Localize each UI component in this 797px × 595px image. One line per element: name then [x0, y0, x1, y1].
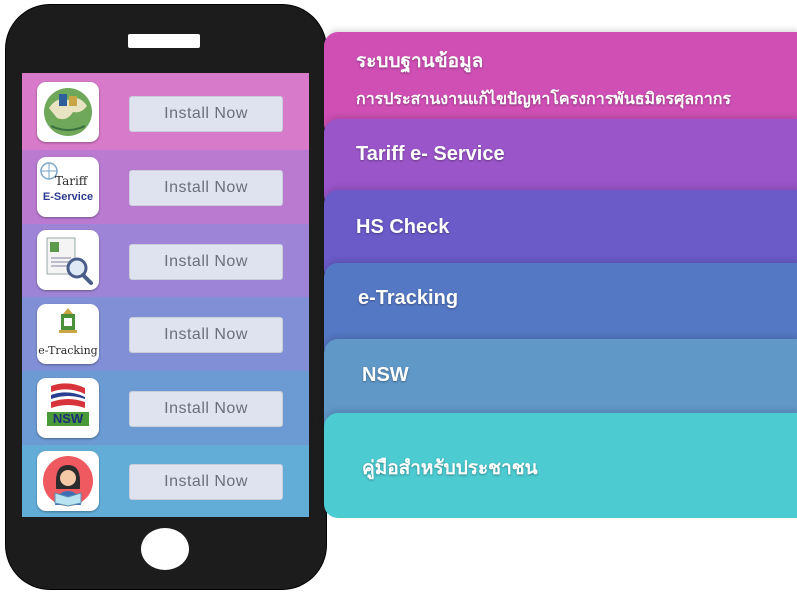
phone-mockup: Install Now Tariff E-Service Install Now [6, 5, 326, 589]
phone-screen: Install Now Tariff E-Service Install Now [22, 73, 309, 517]
eservice-icon-label: E-Service [42, 191, 94, 203]
menu-title: NSW [362, 364, 409, 386]
nsw-icon-label: NSW [52, 411, 84, 426]
install-button[interactable]: Install Now [129, 391, 283, 427]
app-row-nsw: NSW Install Now [22, 371, 309, 445]
app-row-customs-database: Install Now [22, 73, 309, 150]
install-button[interactable]: Install Now [129, 464, 283, 500]
menu-title: e-Tracking [358, 287, 459, 309]
menu-title: HS Check [356, 216, 450, 238]
e-tracking-icon[interactable]: e-Tracking [37, 304, 99, 364]
phone-speaker [128, 34, 200, 48]
menu-item-public-handbook[interactable]: คู่มือสำหรับประชาชน [324, 413, 797, 518]
tariff-eservice-icon[interactable]: Tariff E-Service [37, 157, 99, 217]
public-handbook-icon[interactable] [37, 451, 99, 511]
install-button[interactable]: Install Now [129, 170, 283, 206]
app-row-e-tracking: e-Tracking Install Now [22, 297, 309, 371]
hs-check-icon[interactable] [37, 230, 99, 290]
app-row-tariff-eservice: Tariff E-Service Install Now [22, 150, 309, 224]
e-tracking-icon-label: e-Tracking [38, 344, 98, 357]
app-row-hs-check: Install Now [22, 224, 309, 297]
menu-title: คู่มือสำหรับประชาชน [362, 458, 538, 479]
install-button[interactable]: Install Now [129, 317, 283, 353]
tariff-icon-label: Tariff [55, 174, 88, 188]
customs-database-icon[interactable] [37, 82, 99, 142]
menu-title: Tariff e- Service [356, 143, 505, 165]
app-row-public-handbook: Install Now [22, 445, 309, 517]
menu-subtitle: การประสานงานแก้ไขปัญหาโครงการพันธมิตรศุล… [356, 91, 731, 108]
home-button[interactable] [141, 528, 189, 570]
nsw-icon[interactable]: NSW [37, 378, 99, 438]
install-button[interactable]: Install Now [129, 96, 283, 132]
menu-title: ระบบฐานข้อมูล [356, 51, 484, 72]
install-button[interactable]: Install Now [129, 244, 283, 280]
